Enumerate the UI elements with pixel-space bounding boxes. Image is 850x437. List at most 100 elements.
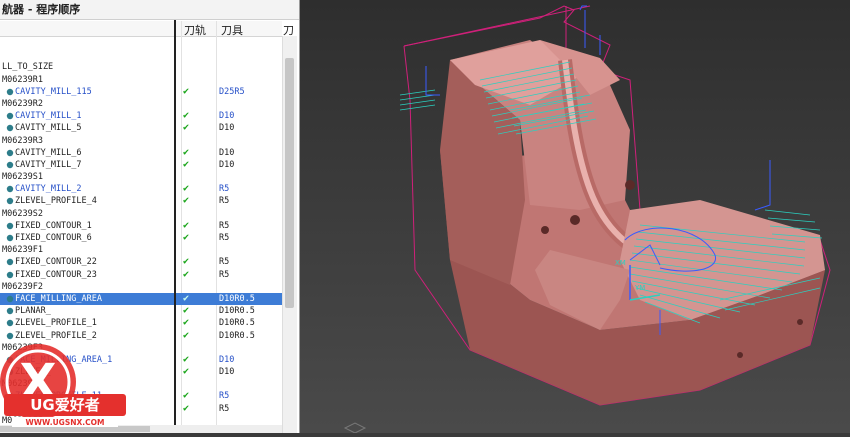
tool-name: R5 — [219, 196, 230, 207]
operation-name: M06239R2 — [2, 98, 43, 109]
wcs-ym-label: YM — [634, 284, 645, 292]
operation-name: FIXED_CONTOUR_6 — [15, 233, 92, 243]
tool-name: D10R0.5 — [219, 318, 255, 329]
operation-icon — [6, 161, 14, 169]
operation-name: LL_TO_SIZE — [2, 62, 54, 73]
operation-name: CAVITY_MILL_7 — [15, 159, 82, 170]
column-header: 刀轨 刀具 刀 — [0, 21, 294, 38]
toolpath-status-icon: ✔ — [183, 353, 190, 365]
operation-row[interactable]: CAVITY_MILL_115 ✔ D25R5 — [0, 86, 282, 98]
operation-row[interactable]: CAVITY_MILL_5 ✔ D10 — [0, 122, 282, 134]
program-group-row[interactable]: M06239S2 — [0, 208, 282, 220]
tool-name: R5 — [219, 269, 230, 280]
vertical-scrollbar[interactable] — [282, 36, 297, 433]
watermark-brand: UG爱好者 — [30, 396, 100, 414]
tool-name: D10 — [219, 147, 235, 158]
tool-name: R5 — [219, 403, 230, 414]
toolpath-status-icon: ✔ — [183, 256, 190, 268]
operation-row[interactable]: CAVITY_MILL_1 ✔ D10 — [0, 110, 282, 122]
operation-icon — [6, 307, 14, 315]
tree-divider-line — [174, 20, 176, 433]
operation-icon — [6, 271, 14, 279]
operation-row[interactable]: FIXED_CONTOUR_1 ✔ R5 — [0, 220, 282, 232]
navigator-title: 航器 - 程序顺序 — [0, 0, 299, 20]
toolpath-status-icon: ✔ — [183, 158, 190, 170]
toolpath-status-icon: ✔ — [183, 219, 190, 231]
tool-name: D10 — [219, 123, 235, 134]
column-tool[interactable]: 刀具 — [221, 22, 243, 38]
toolpath-status-icon: ✔ — [183, 110, 190, 122]
toolpath-status-icon: ✔ — [183, 366, 190, 378]
operation-row[interactable]: FACE_MILLING_AREA ✔ D10R0.5 — [0, 292, 282, 306]
program-group-row[interactable]: M06239R1 — [0, 74, 282, 86]
operation-row[interactable]: ZLEVEL_PROFILE_4 ✔ R5 — [0, 195, 282, 207]
scrollbar-thumb[interactable] — [285, 58, 294, 308]
operation-icon — [6, 258, 14, 266]
tool-name: D10 — [219, 159, 235, 170]
toolpath-status-icon: ✔ — [183, 85, 190, 97]
program-group-row[interactable]: M06239F2 — [0, 281, 282, 293]
toolpath-status-icon: ✔ — [183, 146, 190, 158]
operation-name: CAVITY_MILL_5 — [15, 123, 82, 134]
wcs-xm-label: XM — [615, 259, 626, 267]
operation-row[interactable]: FIXED_CONTOUR_22 ✔ R5 — [0, 256, 282, 268]
toolpath-status-icon: ✔ — [183, 317, 190, 329]
graphics-viewport[interactable]: YM XM — [300, 0, 850, 434]
operation-name: M06239R3 — [2, 135, 43, 146]
operation-name: FIXED_CONTOUR_1 — [15, 220, 92, 231]
part-model: YM XM — [343, 5, 831, 434]
operation-icon — [6, 295, 14, 303]
operation-row[interactable]: PLANAR_ ✔ D10R0.5 — [0, 305, 282, 317]
tool-name: R5 — [219, 220, 230, 231]
operation-name: M06239F1 — [2, 245, 43, 256]
program-group-row[interactable]: M06239F1 — [0, 244, 282, 256]
operation-name: CAVITY_MILL_1 — [15, 111, 82, 122]
toolpath-status-icon: ✔ — [183, 232, 190, 243]
operation-name: M06239S1 — [2, 172, 43, 183]
toolpath-status-icon: ✔ — [183, 329, 190, 341]
operation-name: ZLEVEL_PROFILE_4 — [15, 196, 97, 207]
operation-name: FACE_MILLING_AREA — [15, 293, 102, 304]
operation-icon — [6, 88, 14, 96]
operation-icon — [6, 124, 14, 132]
toolpath-status-icon: ✔ — [183, 305, 190, 317]
blank-row[interactable] — [0, 49, 282, 61]
ugsnx-watermark-logo: X UG爱好者 WWW.UGSNX.COM — [0, 320, 130, 433]
operation-icon — [6, 149, 14, 157]
toolpath-status-icon: ✔ — [183, 390, 190, 402]
operation-row[interactable]: FIXED_CONTOUR_23 ✔ R5 — [0, 269, 282, 281]
operation-row[interactable]: CAVITY_MILL_6 ✔ D10 — [0, 147, 282, 159]
tool-name: D10 — [219, 354, 235, 365]
program-group-row[interactable]: M06239S1 — [0, 171, 282, 183]
toolpath-status-icon: ✔ — [183, 122, 190, 134]
operation-name: CAVITY_MILL_115 — [15, 86, 92, 97]
toolpath-status-icon: ✔ — [183, 292, 190, 304]
toolpath-status-icon: ✔ — [183, 402, 190, 414]
operation-icon — [6, 185, 14, 193]
operation-icon — [6, 222, 14, 230]
operation-icon — [6, 234, 14, 242]
tool-name: D10R0.5 — [219, 330, 255, 341]
program-group-row[interactable]: M06239R2 — [0, 98, 282, 110]
tool-name: R5 — [219, 233, 230, 243]
watermark-url: WWW.UGSNX.COM — [26, 418, 105, 427]
operation-name: CAVITY_MILL_6 — [15, 147, 82, 158]
tool-name: R5 — [219, 391, 230, 402]
operation-row[interactable]: CAVITY_MILL_2 ✔ R5 — [0, 183, 282, 195]
operation-name: PLANAR_ — [15, 306, 51, 317]
tool-name: D10R0.5 — [219, 293, 255, 304]
toolpath-status-icon: ✔ — [183, 195, 190, 207]
operation-row[interactable]: CAVITY_MILL_7 ✔ D10 — [0, 159, 282, 171]
program-group-row[interactable]: M06239R3 — [0, 135, 282, 147]
operation-row[interactable]: FIXED_CONTOUR_6 ✔ R5 — [0, 232, 282, 244]
operation-name: FIXED_CONTOUR_22 — [15, 257, 97, 268]
tool-name: D10 — [219, 367, 235, 378]
operation-icon — [6, 112, 14, 120]
operation-name: FIXED_CONTOUR_23 — [15, 269, 97, 280]
blank-row[interactable] — [0, 37, 282, 49]
column-toolpath[interactable]: 刀轨 — [184, 22, 206, 38]
operation-icon — [6, 197, 14, 205]
tool-name: D25R5 — [219, 86, 245, 97]
operation-name: M06239R1 — [2, 74, 43, 85]
program-group-row[interactable]: LL_TO_SIZE — [0, 61, 282, 73]
